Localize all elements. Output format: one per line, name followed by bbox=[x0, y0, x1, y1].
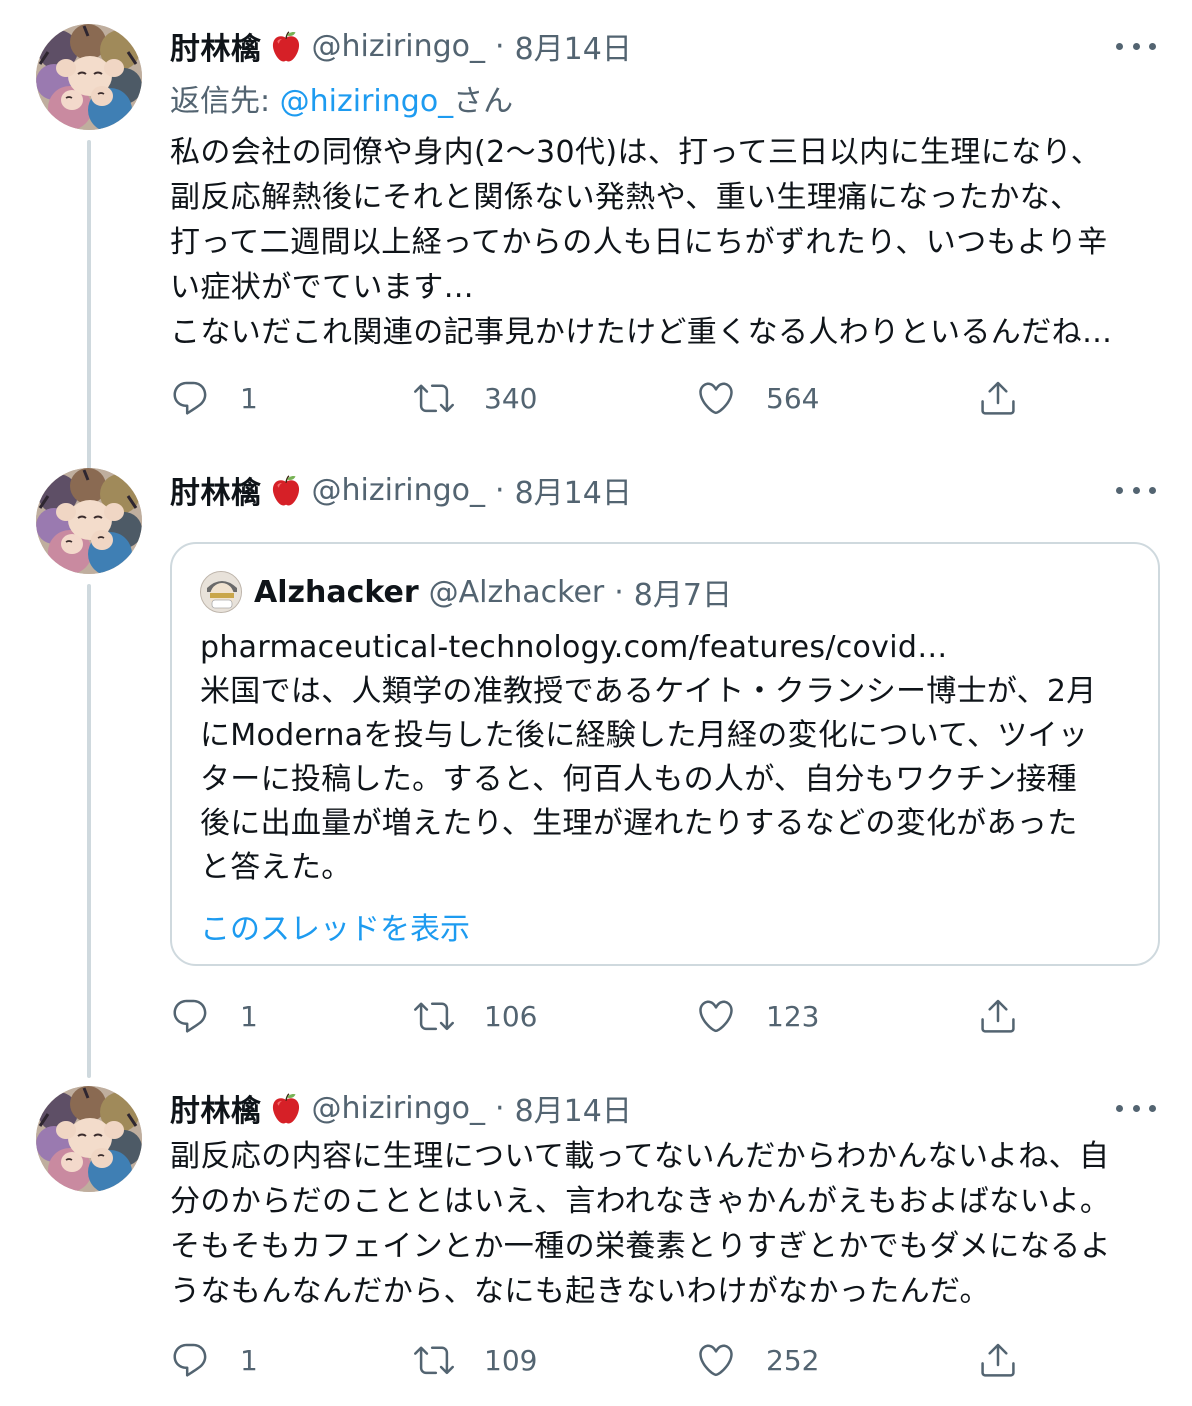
retweet-button[interactable]: 109 bbox=[414, 1336, 537, 1384]
thread-line bbox=[87, 584, 91, 1078]
tweet-text-line: 副反応の内容に生理について載ってないんだからわかんないよね、自 bbox=[170, 1139, 1110, 1174]
reply-icon bbox=[170, 378, 210, 418]
tweet-text-line: い症状がでています… bbox=[170, 270, 474, 305]
tweet-text-line: うなもんなんだから、なにも起きないわけがなかったんだ。 bbox=[170, 1274, 990, 1309]
author-handle[interactable]: @hiziringo_ bbox=[312, 29, 486, 64]
avatar[interactable] bbox=[36, 24, 142, 130]
share-icon bbox=[978, 378, 1018, 418]
more-options-icon[interactable] bbox=[1116, 34, 1156, 58]
reply-icon bbox=[170, 996, 210, 1036]
avatar[interactable] bbox=[36, 468, 142, 574]
tweet-actions: 1 340 564 bbox=[170, 374, 1156, 422]
quoted-tweet-date: 8月7日 bbox=[633, 578, 732, 613]
tweet-text-line: 副反応解熱後にそれと関係ない発熱や、重い生理痛になったかな、 bbox=[170, 180, 1081, 215]
more-options-icon[interactable] bbox=[1116, 1096, 1156, 1120]
like-button[interactable]: 564 bbox=[696, 374, 819, 422]
share-button[interactable] bbox=[978, 1336, 1018, 1384]
author-handle[interactable]: @hiziringo_ bbox=[312, 1091, 486, 1126]
tweet-header: 肘林檎 @hiziringo_ · 8月14日 bbox=[170, 1086, 1156, 1130]
tweet-header: 肘林檎 @hiziringo_ · 8月14日 bbox=[170, 24, 1156, 68]
tweet-text-line: そもそもカフェインとか一種の栄養素とりすぎとかでもダメになるよ bbox=[170, 1229, 1111, 1264]
tweet-text: 副反応の内容に生理について載ってないんだからわかんないよね、自 分のからだのこと… bbox=[170, 1134, 1156, 1314]
share-icon bbox=[978, 1340, 1018, 1380]
retweet-button[interactable]: 340 bbox=[414, 374, 537, 422]
author-name[interactable]: 肘林檎 bbox=[170, 468, 262, 512]
reply-context: 返信先: @hiziringo_さん bbox=[170, 76, 1156, 120]
author-handle[interactable]: @hiziringo_ bbox=[312, 473, 486, 508]
quoted-text-line: ターに投稿した。すると、何百人もの人が、自分もワクチン接種 bbox=[200, 762, 1077, 797]
like-count: 564 bbox=[766, 381, 820, 415]
quoted-text-line: 後に出血量が増えたり、生理が遅れたりするなどの変化があった bbox=[200, 806, 1078, 841]
tweet-text-line: こないだこれ関連の記事見かけたけど重くなる人わりといるんだね… bbox=[170, 315, 1113, 350]
tweet-date[interactable]: 8月14日 bbox=[515, 1086, 632, 1130]
quoted-text-line: pharmaceutical-technology.com/features/c… bbox=[200, 630, 948, 665]
tweet-date[interactable]: 8月14日 bbox=[515, 24, 632, 68]
retweet-icon bbox=[414, 378, 454, 418]
quoted-author-name: Alzhacker bbox=[254, 574, 419, 610]
tweet-1[interactable]: 肘林檎 @hiziringo_ · 8月14日 返信先: @hiziringo_… bbox=[0, 24, 1192, 470]
author-name[interactable]: 肘林檎 bbox=[170, 24, 262, 68]
separator-dot: · bbox=[495, 28, 505, 64]
like-button[interactable]: 123 bbox=[696, 992, 819, 1040]
tweet-text: 私の会社の同僚や身内(2〜30代)は、打って三日以内に生理になり、 副反応解熱後… bbox=[170, 130, 1156, 355]
like-icon bbox=[696, 996, 736, 1036]
like-icon bbox=[696, 378, 736, 418]
separator-dot: · bbox=[495, 1090, 505, 1126]
apple-icon bbox=[268, 473, 304, 509]
quoted-avatar bbox=[200, 571, 242, 613]
reply-mention-link[interactable]: @hiziringo_ bbox=[280, 84, 454, 119]
reply-suffix: さん bbox=[453, 84, 514, 119]
tweet-actions: 1 109 252 bbox=[170, 1336, 1156, 1384]
quoted-text-line: にModernaを投与した後に経験した月経の変化について、ツイッ bbox=[200, 718, 1089, 753]
tweet-2[interactable]: 肘林檎 @hiziringo_ · 8月14日 Alzhacker @Alzha… bbox=[0, 468, 1192, 1078]
tweet-text-line: 私の会社の同僚や身内(2〜30代)は、打って三日以内に生理になり、 bbox=[170, 135, 1102, 170]
share-icon bbox=[978, 996, 1018, 1036]
quoted-tweet-text: pharmaceutical-technology.com/features/c… bbox=[200, 626, 1128, 890]
reply-count: 1 bbox=[240, 1343, 258, 1377]
separator-dot: · bbox=[495, 472, 505, 508]
tweet-3[interactable]: 肘林檎 @hiziringo_ · 8月14日 副反応の内容に生理について載って… bbox=[0, 1086, 1192, 1396]
retweet-count: 106 bbox=[484, 999, 538, 1033]
show-thread-link[interactable]: このスレッドを表示 bbox=[200, 904, 1128, 948]
tweet-actions: 1 106 123 bbox=[170, 992, 1156, 1040]
thread-line bbox=[87, 140, 91, 470]
more-options-icon[interactable] bbox=[1116, 478, 1156, 502]
separator-dot: · bbox=[614, 574, 624, 610]
reply-count: 1 bbox=[240, 999, 258, 1033]
quoted-text-line: 米国では、人類学の准教授であるケイト・クランシー博士が、2月 bbox=[200, 674, 1097, 709]
tweet-text-line: 打って二週間以上経ってからの人も日にちがずれたり、いつもより辛 bbox=[170, 225, 1108, 260]
tweet-date[interactable]: 8月14日 bbox=[515, 468, 632, 512]
retweet-count: 340 bbox=[484, 381, 538, 415]
retweet-count: 109 bbox=[484, 1343, 538, 1377]
like-count: 252 bbox=[766, 1343, 820, 1377]
reply-icon bbox=[170, 1340, 210, 1380]
tweet-header: 肘林檎 @hiziringo_ · 8月14日 bbox=[170, 468, 1156, 512]
apple-icon bbox=[268, 1091, 304, 1127]
quoted-text-line: と答えた。 bbox=[200, 850, 352, 885]
like-count: 123 bbox=[766, 999, 820, 1033]
reply-button[interactable]: 1 bbox=[170, 1336, 258, 1384]
like-icon bbox=[696, 1340, 736, 1380]
apple-icon bbox=[268, 29, 304, 65]
author-name[interactable]: 肘林檎 bbox=[170, 1086, 262, 1130]
retweet-icon bbox=[414, 1340, 454, 1380]
like-button[interactable]: 252 bbox=[696, 1336, 819, 1384]
share-button[interactable] bbox=[978, 374, 1018, 422]
retweet-button[interactable]: 106 bbox=[414, 992, 537, 1040]
quoted-author-handle: @Alzhacker bbox=[428, 574, 605, 610]
share-button[interactable] bbox=[978, 992, 1018, 1040]
retweet-icon bbox=[414, 996, 454, 1036]
quoted-tweet[interactable]: Alzhacker @Alzhacker · 8月7日 pharmaceutic… bbox=[170, 542, 1160, 966]
avatar[interactable] bbox=[36, 1086, 142, 1192]
reply-button[interactable]: 1 bbox=[170, 374, 258, 422]
reply-button[interactable]: 1 bbox=[170, 992, 258, 1040]
reply-count: 1 bbox=[240, 381, 258, 415]
quoted-tweet-header: Alzhacker @Alzhacker · 8月7日 bbox=[200, 571, 1128, 613]
reply-prefix: 返信先: bbox=[170, 84, 280, 119]
tweet-text-line: 分のからだのこととはいえ、言われなきゃかんがえもおよばないよ。 bbox=[170, 1184, 1111, 1219]
